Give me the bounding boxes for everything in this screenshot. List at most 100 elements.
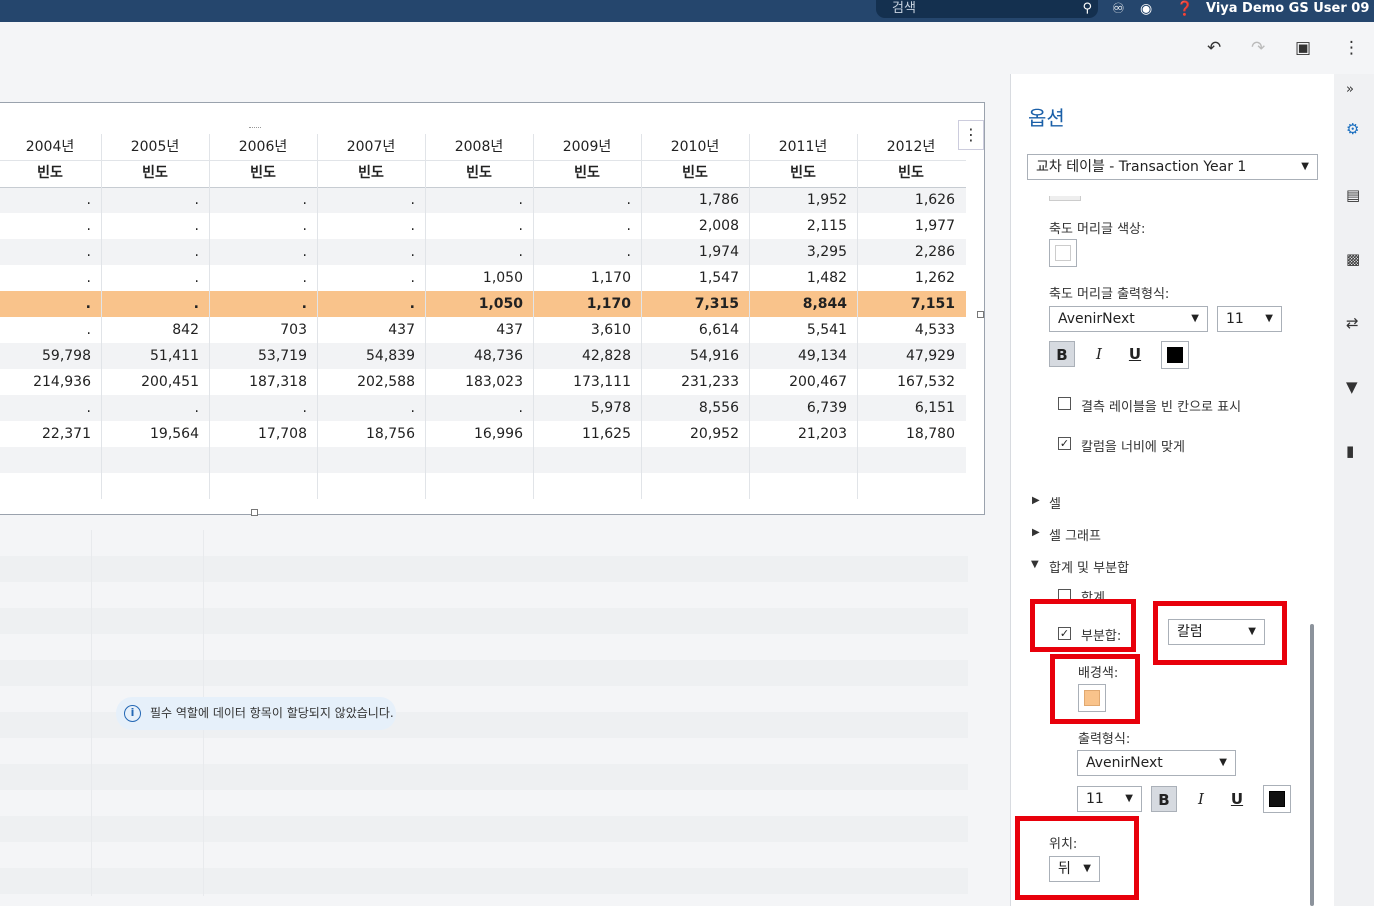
column-header[interactable]: 2011년 xyxy=(749,134,857,160)
subtotal-font-select[interactable]: AvenirNext ▼ xyxy=(1077,750,1236,776)
column-subheader[interactable]: 빈도 xyxy=(209,160,317,186)
fit-columns-checkbox[interactable]: ✓ xyxy=(1058,437,1071,450)
subtotal-font-size-select[interactable]: 11 ▼ xyxy=(1077,786,1142,812)
table-cell: 6,614 xyxy=(698,322,739,338)
column-header[interactable]: 2008년 xyxy=(425,134,533,160)
table-cell: 167,532 xyxy=(897,374,955,390)
column-subheader[interactable]: 빈도 xyxy=(641,160,749,186)
search-input[interactable]: 검색 ⚲ xyxy=(876,0,1098,18)
axis-header-color-swatch[interactable] xyxy=(1049,239,1077,267)
save-icon[interactable]: ▣ xyxy=(1295,38,1311,58)
table-cell: 18,756 xyxy=(366,426,415,442)
panel-scrollbar[interactable] xyxy=(1310,624,1314,906)
help-icon[interactable]: ❓ xyxy=(1176,1,1193,17)
axis-header-color-label: 축도 머리글 색상: xyxy=(1049,222,1146,237)
table-cell: . xyxy=(410,244,415,260)
object-menu-button[interactable]: ⋮ xyxy=(958,120,984,150)
more-vert-icon[interactable]: ⋮ xyxy=(1343,38,1360,58)
expand-triangle-icon[interactable]: ▶ xyxy=(1032,527,1040,538)
table-cell: . xyxy=(410,270,415,286)
history-icon[interactable]: ♾ xyxy=(1112,1,1125,17)
crosstab-table[interactable]: 2004년 빈도 2005년 빈도 2006년 빈도 2007년 빈도 2008년 빈도 2009년… xyxy=(0,102,985,516)
resize-handle-top[interactable] xyxy=(249,127,261,130)
user-name: Viya Demo GS User 09 xyxy=(1206,1,1370,16)
section-cell-graph[interactable]: 셀 그래프 xyxy=(1049,525,1101,544)
search-icon[interactable]: ⚲ xyxy=(1082,0,1092,17)
column-subheader[interactable]: 빈도 xyxy=(101,160,209,186)
table-cell: 4,533 xyxy=(914,322,955,338)
column-subheader[interactable]: 빈도 xyxy=(749,160,857,186)
table-cell: . xyxy=(194,218,199,234)
resize-handle-bottom[interactable] xyxy=(251,509,258,516)
section-cell[interactable]: 셀 xyxy=(1049,493,1061,512)
collapse-triangle-icon[interactable]: ▼ xyxy=(1031,559,1039,570)
redo-icon[interactable]: ↷ xyxy=(1251,38,1265,58)
object-select[interactable]: 교차 테이블 - Transaction Year 1 ▼ xyxy=(1027,154,1318,180)
chevron-down-icon: ▼ xyxy=(1265,313,1273,324)
table-cell: . xyxy=(194,192,199,208)
filter-icon[interactable]: ▼ xyxy=(1346,378,1358,396)
bold-button[interactable]: B xyxy=(1049,341,1075,367)
roles-icon[interactable]: ▩ xyxy=(1346,250,1360,268)
column-subheader[interactable]: 빈도 xyxy=(0,160,101,186)
table-cell: 2,008 xyxy=(698,218,739,234)
options-icon[interactable]: ⚙ xyxy=(1346,120,1359,138)
table-cell: . xyxy=(86,244,91,260)
table-cell: . xyxy=(86,192,91,208)
column-subheader[interactable]: 빈도 xyxy=(533,160,641,186)
axis-header-format-label: 축도 머리글 출력형식: xyxy=(1049,287,1170,302)
undo-icon[interactable]: ↶ xyxy=(1207,38,1221,58)
table-cell: 8,556 xyxy=(698,400,739,416)
table-cell: . xyxy=(301,296,307,312)
actions-icon[interactable]: ⇄ xyxy=(1346,314,1359,332)
table-cell: 42,828 xyxy=(582,348,631,364)
table-cell: . xyxy=(409,296,415,312)
table-cell: 6,151 xyxy=(914,400,955,416)
table-cell: . xyxy=(626,218,631,234)
table-cell: . xyxy=(302,270,307,286)
table-cell: . xyxy=(85,296,91,312)
axis-text-color-swatch[interactable] xyxy=(1161,341,1189,369)
italic-button[interactable]: I xyxy=(1188,786,1214,812)
table-cell: . xyxy=(193,296,199,312)
subtotal-font-size-value: 11 xyxy=(1086,791,1104,807)
column-subheader[interactable]: 빈도 xyxy=(317,160,425,186)
column-header[interactable]: 2007년 xyxy=(317,134,425,160)
column-header[interactable]: 2010년 xyxy=(641,134,749,160)
empty-grid-row xyxy=(0,634,968,660)
column-header[interactable]: 2005년 xyxy=(101,134,209,160)
table-cell: 51,411 xyxy=(150,348,199,364)
ranks-icon[interactable]: ▮ xyxy=(1346,442,1354,460)
underline-button[interactable]: U xyxy=(1224,786,1250,812)
axis-font-size-select[interactable]: 11 ▼ xyxy=(1217,306,1282,332)
table-cell: 5,541 xyxy=(806,322,847,338)
column-subheader[interactable]: 빈도 xyxy=(857,160,965,186)
column-header[interactable]: 2009년 xyxy=(533,134,641,160)
bold-button[interactable]: B xyxy=(1151,786,1177,812)
empty-grid-row xyxy=(0,842,968,868)
table-cell: 1,050 xyxy=(482,270,523,286)
data-icon[interactable]: ▤ xyxy=(1346,186,1360,204)
italic-button[interactable]: I xyxy=(1086,341,1112,367)
user-menu[interactable]: Viya Demo GS User 09 ▼ xyxy=(1206,0,1374,19)
table-cell: 20,952 xyxy=(690,426,739,442)
collapse-icon[interactable]: » xyxy=(1346,82,1354,97)
table-cell: . xyxy=(86,218,91,234)
column-header[interactable]: 2004년 xyxy=(0,134,101,160)
section-totals[interactable]: 합계 및 부분합 xyxy=(1049,557,1129,576)
subtotal-text-color-swatch[interactable] xyxy=(1263,785,1291,813)
table-cell: . xyxy=(410,192,415,208)
expand-triangle-icon[interactable]: ▶ xyxy=(1032,495,1040,506)
table-cell: 2,115 xyxy=(806,218,847,234)
table-cell: 214,936 xyxy=(33,374,91,390)
bell-icon[interactable]: ◉ xyxy=(1140,1,1152,17)
axis-font-select[interactable]: AvenirNext ▼ xyxy=(1049,306,1208,332)
resize-handle-right[interactable] xyxy=(977,311,984,318)
column-subheader[interactable]: 빈도 xyxy=(425,160,533,186)
table-cell: 19,564 xyxy=(150,426,199,442)
column-header[interactable]: 2012년 xyxy=(857,134,965,160)
column-header[interactable]: 2006년 xyxy=(209,134,317,160)
empty-grid-row xyxy=(0,816,968,842)
missing-label-checkbox[interactable] xyxy=(1058,397,1071,410)
underline-button[interactable]: U xyxy=(1122,341,1148,367)
